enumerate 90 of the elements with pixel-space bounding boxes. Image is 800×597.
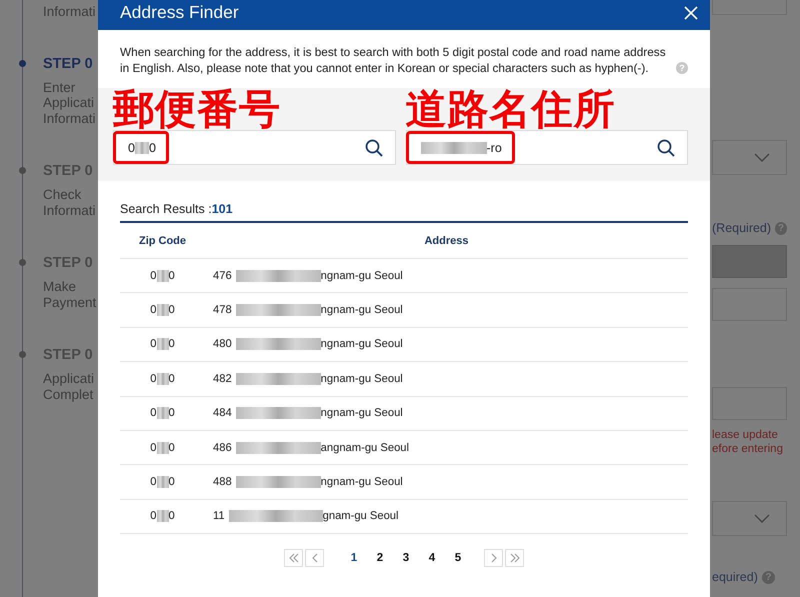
- first-page-button[interactable]: [284, 549, 303, 568]
- step-description: Check: [43, 187, 82, 202]
- notice-text: When searching for the address, it is best to search with both 5 digit postal code and road name address in English. Also, please note that you cannot enter in Korean or special characters such as hyphen(-).: [120, 44, 667, 76]
- address-text[interactable]: ngnam-gu Seoul: [320, 270, 403, 282]
- address-text[interactable]: 476: [213, 270, 232, 282]
- results-count: 101: [212, 201, 233, 217]
- zip-code-text[interactable]: 0: [168, 372, 175, 385]
- previous-page-button[interactable]: [305, 549, 324, 568]
- field-value: 0: [128, 140, 135, 154]
- error-message: lease update: [712, 428, 779, 442]
- zip-code-text[interactable]: 0: [168, 476, 175, 488]
- step-description: Informati: [43, 4, 97, 20]
- page-number[interactable]: 2: [367, 552, 393, 564]
- step-description: Enter: [43, 80, 76, 95]
- step-description: Complet: [43, 386, 94, 402]
- search-icon[interactable]: [364, 138, 382, 156]
- address-text[interactable]: 482: [213, 372, 232, 385]
- zip-code-text[interactable]: 0: [150, 338, 156, 350]
- redacted-block: [156, 510, 168, 522]
- address-text[interactable]: ngnam-gu Seoul: [320, 407, 403, 420]
- zip-code-text[interactable]: 0: [150, 270, 156, 282]
- address-text[interactable]: angnam-gu Seoul: [320, 442, 409, 454]
- zip-code-text[interactable]: 0: [150, 442, 156, 454]
- redacted-block: [156, 442, 168, 454]
- step-description: Applicati: [43, 95, 96, 110]
- error-message: efore entering: [712, 442, 784, 456]
- page-number[interactable]: 1: [341, 552, 367, 564]
- address-text[interactable]: ngnam-gu Seoul: [320, 338, 403, 350]
- last-page-button[interactable]: [505, 549, 524, 568]
- field-value: -ro: [486, 140, 502, 154]
- zip-code-text[interactable]: 0: [150, 407, 156, 420]
- zip-code-text[interactable]: 0: [168, 270, 175, 282]
- zip-code-text[interactable]: 0: [150, 372, 156, 385]
- redacted-block: [156, 338, 168, 350]
- redacted-block: [156, 407, 168, 420]
- chevron-down-icon: [754, 514, 770, 523]
- chevron-left-icon: [310, 553, 318, 564]
- close-icon[interactable]: [684, 6, 698, 20]
- step-title: STEP 0: [43, 54, 94, 72]
- search-field[interactable]: 0 0: [113, 130, 396, 165]
- address-text[interactable]: 478: [213, 304, 232, 316]
- select-field[interactable]: [712, 501, 787, 536]
- search-icon[interactable]: [657, 138, 675, 156]
- page-number[interactable]: 3: [393, 552, 419, 564]
- field-label: (Required): [712, 221, 772, 235]
- redacted-block: [156, 476, 168, 488]
- select-field[interactable]: [712, 140, 787, 175]
- dialog-title: Address Finder: [120, 1, 239, 24]
- zip-code-text[interactable]: 0: [150, 304, 156, 316]
- chevron-down-icon: [754, 153, 770, 162]
- zip-code-text[interactable]: 0: [150, 476, 156, 488]
- field-value: 0: [148, 140, 156, 154]
- address-text[interactable]: 486: [213, 442, 232, 454]
- search-field[interactable]: -ro: [406, 130, 688, 165]
- results-label: Search Results :: [120, 201, 212, 217]
- chevron-right-icon: [490, 553, 498, 564]
- zip-code-text[interactable]: 0: [168, 407, 175, 420]
- step-description: Applicati: [43, 371, 96, 386]
- address-text[interactable]: ngnam-gu Seoul: [320, 304, 403, 316]
- redacted-block: [156, 372, 168, 385]
- zip-code-text[interactable]: 0: [168, 442, 175, 454]
- step-description: Informati: [43, 110, 97, 126]
- zip-code-text[interactable]: 0: [168, 304, 175, 316]
- redacted-block: [420, 142, 486, 154]
- zip-code-text[interactable]: 0: [150, 510, 156, 522]
- address-text[interactable]: 488: [213, 476, 232, 488]
- column-header: Address: [424, 234, 469, 246]
- redacted-block: [156, 270, 168, 282]
- next-page-button[interactable]: [484, 549, 503, 568]
- address-text[interactable]: 484: [213, 407, 232, 420]
- address-text[interactable]: ngnam-gu Seoul: [320, 372, 403, 385]
- address-text[interactable]: ngnam-gu Seoul: [320, 476, 403, 488]
- address-text[interactable]: 11: [213, 510, 225, 522]
- page-number[interactable]: 4: [419, 552, 445, 564]
- double-chevron-left-icon: [288, 553, 299, 564]
- zip-code-text[interactable]: 0: [168, 338, 175, 350]
- step-description: Informati: [43, 202, 97, 218]
- redacted-block: [134, 142, 149, 154]
- step-description: Make: [43, 279, 78, 294]
- column-header: Zip Code: [138, 234, 186, 246]
- page-number[interactable]: 5: [445, 552, 471, 564]
- redacted-block: [156, 304, 168, 316]
- annotation-label: 道路名住所: [406, 88, 616, 130]
- address-text[interactable]: gnam-gu Seoul: [322, 510, 399, 522]
- double-chevron-right-icon: [509, 553, 520, 564]
- zip-code-text[interactable]: 0: [168, 510, 175, 522]
- field-label: equired): [712, 570, 758, 584]
- step-description: Payment: [43, 294, 98, 310]
- address-text[interactable]: 480: [213, 338, 232, 350]
- annotation-label: 郵便番号: [113, 88, 282, 130]
